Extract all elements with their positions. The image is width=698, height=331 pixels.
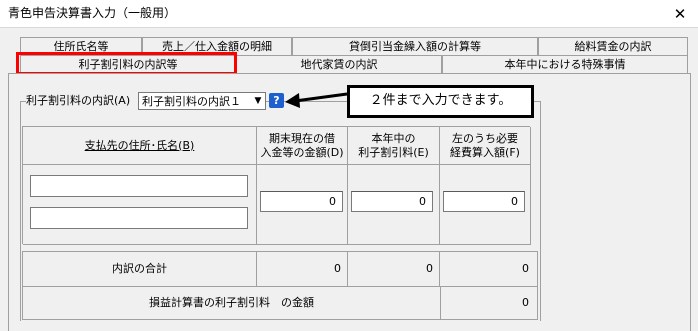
total-row: 内訳の合計 0 0 0 xyxy=(22,251,538,287)
total-loan-balance: 0 xyxy=(334,262,341,275)
window-title-bar: 青色申告決算書入力（一般用） xyxy=(0,0,698,28)
pl-row: 損益計算書の利子割引料 の金額 0 xyxy=(22,286,538,320)
total-cell-3: 0 xyxy=(440,252,537,286)
close-icon[interactable]: ✕ xyxy=(668,2,692,26)
help-icon[interactable]: ? xyxy=(269,93,284,108)
breakdown-select[interactable]: 利子割引料の内訳１ ▼ xyxy=(138,92,266,110)
expense-input[interactable]: 0 xyxy=(443,191,525,212)
payee-name-input[interactable] xyxy=(30,207,248,229)
total-cell-1: 0 xyxy=(257,252,348,286)
window-title: 青色申告決算書入力（一般用） xyxy=(8,6,177,20)
header-expense: 左のうち必要 経費算入額(F) xyxy=(440,127,531,165)
payee-address-input[interactable] xyxy=(30,175,248,197)
arrow-icon xyxy=(285,92,348,108)
pl-cell: 0 xyxy=(440,287,537,319)
pl-value: 0 xyxy=(522,296,529,309)
header-loan-balance: 期末現在の借 入金等の金額(D) xyxy=(257,127,348,165)
header-name: 支払先の住所･氏名(B) xyxy=(23,127,257,165)
tab-salary[interactable]: 給料賃金の内訳 xyxy=(538,37,688,55)
callout-box: ２件まで入力できます。 xyxy=(347,85,534,118)
total-expense: 0 xyxy=(522,262,529,275)
total-cell-2: 0 xyxy=(348,252,440,286)
tab-highlight-box xyxy=(16,52,237,75)
tab-bad-debt[interactable]: 貸倒引当金繰入額の計算等 xyxy=(292,37,538,55)
pl-label: 損益計算書の利子割引料 の金額 xyxy=(149,296,314,309)
chevron-down-icon[interactable]: ▼ xyxy=(251,93,265,109)
total-label: 内訳の合計 xyxy=(23,252,257,286)
header-interest: 本年中の 利子割引料(E) xyxy=(348,127,440,165)
tab-special-circumstances[interactable]: 本年中における特殊事情 xyxy=(442,55,688,73)
interest-input[interactable]: 0 xyxy=(351,191,433,212)
total-interest: 0 xyxy=(426,262,433,275)
loan-balance-input[interactable]: 0 xyxy=(260,191,343,212)
breakdown-select-value: 利子割引料の内訳１ xyxy=(142,95,241,108)
selector-label: 利子割引料の内訳(A) xyxy=(26,94,138,108)
tab-land-rent[interactable]: 地代家賃の内訳 xyxy=(236,55,442,73)
